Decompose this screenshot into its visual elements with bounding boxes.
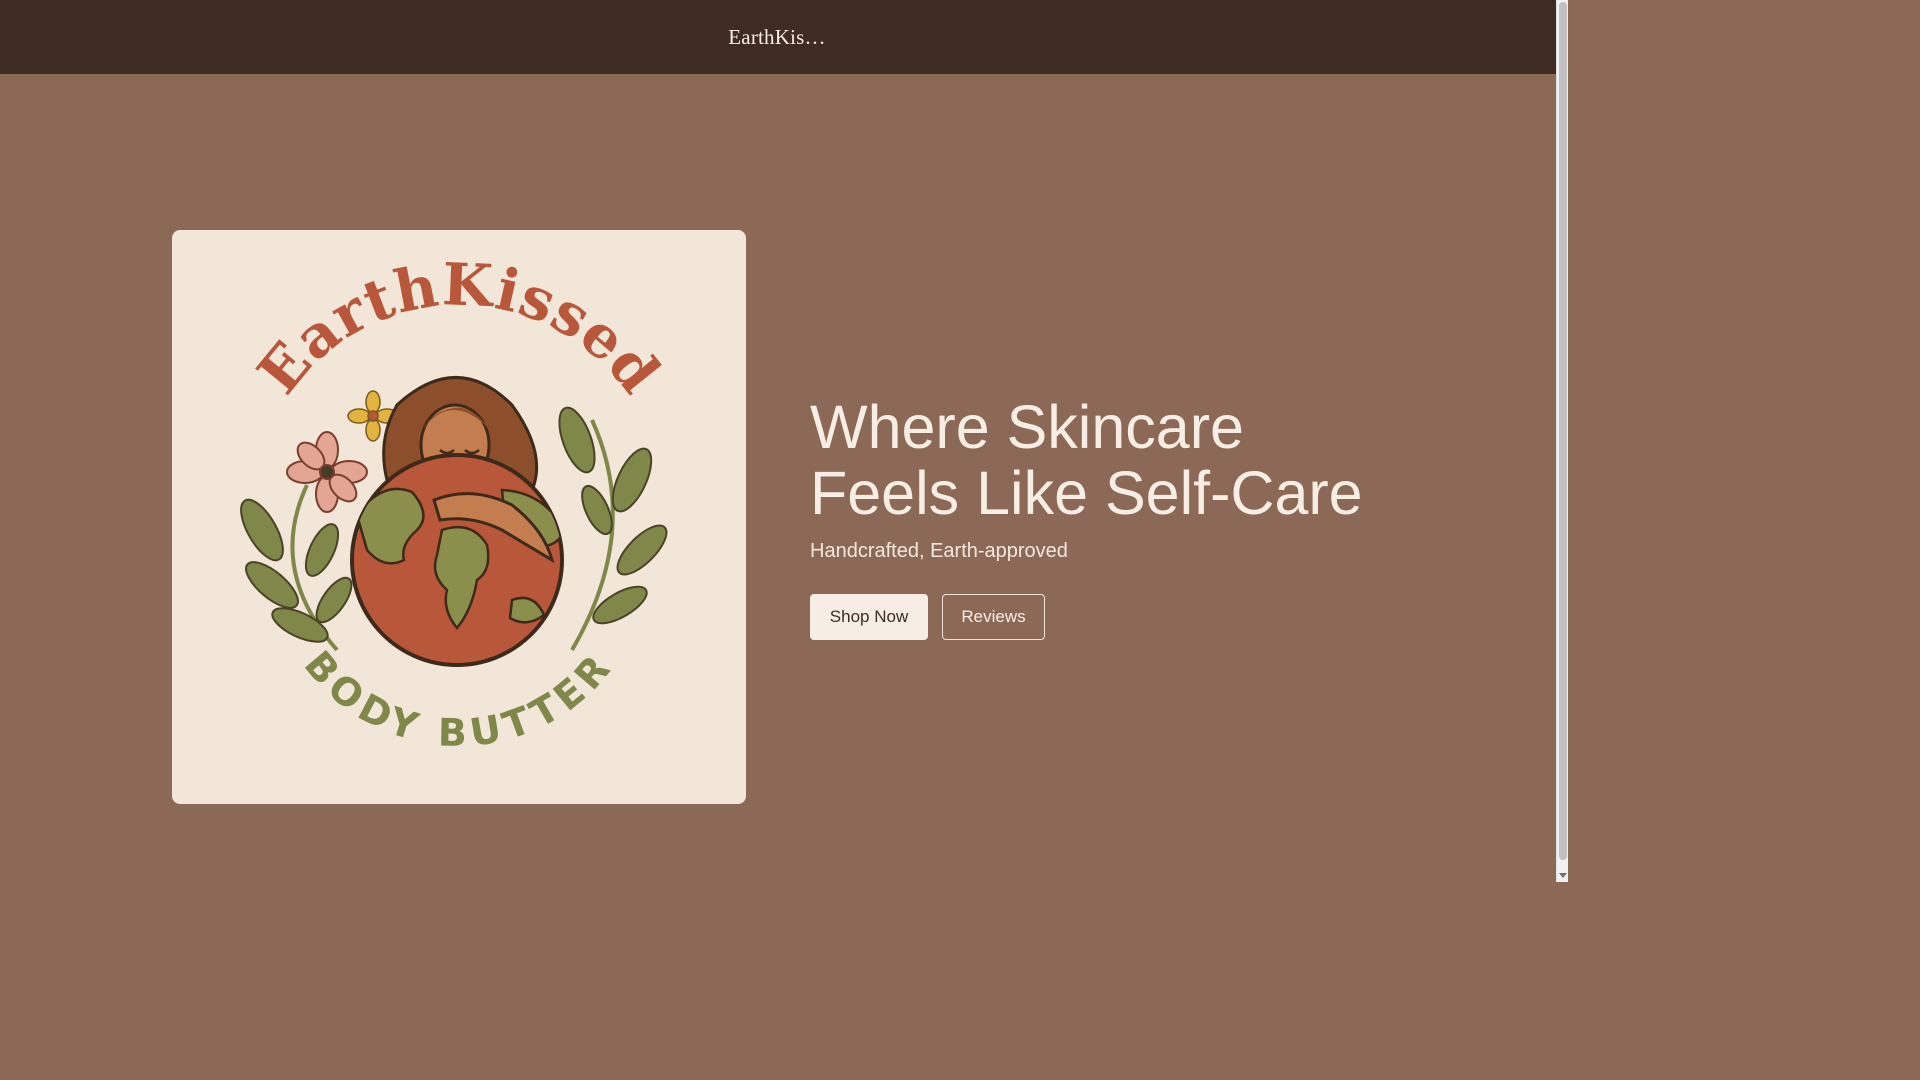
brand-name[interactable]: EarthKis… bbox=[728, 25, 825, 50]
site-header: EarthKis… bbox=[0, 0, 1556, 74]
hero-headline-line-2: Feels Like Self-Care bbox=[810, 459, 1363, 527]
reviews-button[interactable]: Reviews bbox=[942, 594, 1045, 640]
scroll-down-arrow-icon[interactable] bbox=[1559, 873, 1567, 878]
page-scrollbar[interactable] bbox=[1556, 0, 1568, 882]
right-leaf-branch-icon bbox=[558, 406, 668, 652]
shop-now-button[interactable]: Shop Now bbox=[810, 594, 928, 640]
hero-subheadline: Handcrafted, Earth-approved bbox=[810, 540, 1068, 562]
hero-headline-line-1: Where Skincare bbox=[810, 393, 1244, 461]
globe-icon bbox=[350, 453, 564, 667]
scrollbar-thumb[interactable] bbox=[1559, 2, 1567, 860]
left-leaf-branch-icon bbox=[240, 484, 353, 652]
hero-logo-image: EarthKissed BODY BUTTER bbox=[172, 230, 746, 804]
earthkissed-logo: EarthKissed BODY BUTTER bbox=[240, 250, 673, 755]
hero-headline: Where Skincare Feels Like Self-Care bbox=[810, 394, 1450, 526]
